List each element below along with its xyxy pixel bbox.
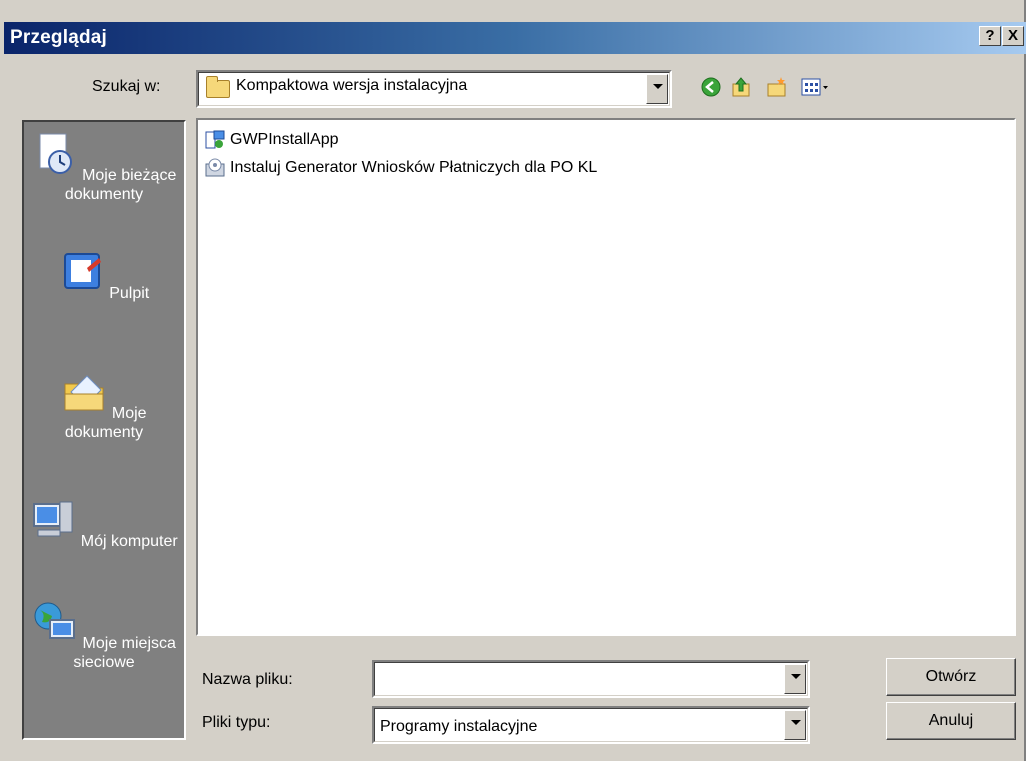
filename-label: Nazwa pliku: [202, 671, 293, 688]
network-places-icon [34, 602, 76, 639]
filetype-combo[interactable]: Programy instalacyjne [372, 706, 810, 744]
filename-dropdown-arrow[interactable] [784, 664, 806, 694]
file-name: GWPInstallApp [230, 131, 339, 148]
close-button[interactable]: X [1002, 26, 1024, 46]
file-name: Instaluj Generator Wniosków Płatniczych … [230, 159, 598, 176]
cancel-button[interactable]: Anuluj [886, 702, 1016, 740]
filename-combo[interactable] [372, 660, 810, 698]
place-recent-documents-label: Moje bieżące dokumenty [64, 167, 177, 203]
place-recent-documents[interactable]: Moje bieżące dokumenty [24, 132, 184, 204]
desktop-icon [63, 253, 101, 289]
new-folder-icon[interactable] [766, 76, 788, 98]
place-my-computer[interactable]: Mój komputer [24, 498, 184, 551]
place-desktop-label: Pulpit [109, 285, 150, 302]
place-my-computer-label: Mój komputer [80, 533, 178, 550]
places-bar: Moje bieżące dokumenty Pulpit Moje dokum… [22, 120, 186, 740]
up-folder-icon[interactable] [730, 76, 752, 98]
recent-documents-icon [39, 133, 72, 174]
look-in-combo[interactable]: Kompaktowa wersja instalacyjna [196, 70, 672, 108]
look-in-value: Kompaktowa wersja instalacyjna [236, 77, 468, 94]
my-computer-icon [33, 501, 73, 537]
my-documents-icon [64, 375, 104, 411]
setup-package-icon [205, 158, 225, 177]
file-list[interactable]: GWPInstallApp Instaluj Generator Wnioskó… [196, 118, 1016, 636]
list-item[interactable]: GWPInstallApp [204, 130, 338, 150]
place-network-places[interactable]: Moje miejsca sieciowe [24, 600, 184, 672]
dialog-title: Przeglądaj [10, 27, 108, 48]
place-my-documents[interactable]: Moje dokumenty [24, 370, 184, 442]
open-button[interactable]: Otwórz [886, 658, 1016, 696]
look-in-dropdown-arrow[interactable] [646, 74, 668, 104]
place-desktop[interactable]: Pulpit [24, 250, 184, 303]
title-bar[interactable]: Przeglądaj ? X [4, 22, 1026, 54]
place-network-places-label: Moje miejsca sieciowe [73, 635, 176, 671]
help-button[interactable]: ? [979, 26, 1001, 46]
filetype-dropdown-arrow[interactable] [784, 710, 806, 740]
look-in-label: Szukaj w: [92, 78, 161, 95]
filetype-value: Programy instalacyjne [380, 718, 538, 735]
view-menu-icon[interactable] [800, 76, 830, 98]
back-icon[interactable] [700, 76, 722, 98]
filetype-label: Pliki typu: [202, 714, 271, 731]
folder-icon [206, 76, 230, 98]
list-item[interactable]: Instaluj Generator Wniosków Płatniczych … [204, 158, 597, 178]
browse-dialog: Przeglądaj ? X Szukaj w: Kompaktowa wers… [0, 0, 1026, 761]
installer-app-icon [205, 130, 225, 149]
